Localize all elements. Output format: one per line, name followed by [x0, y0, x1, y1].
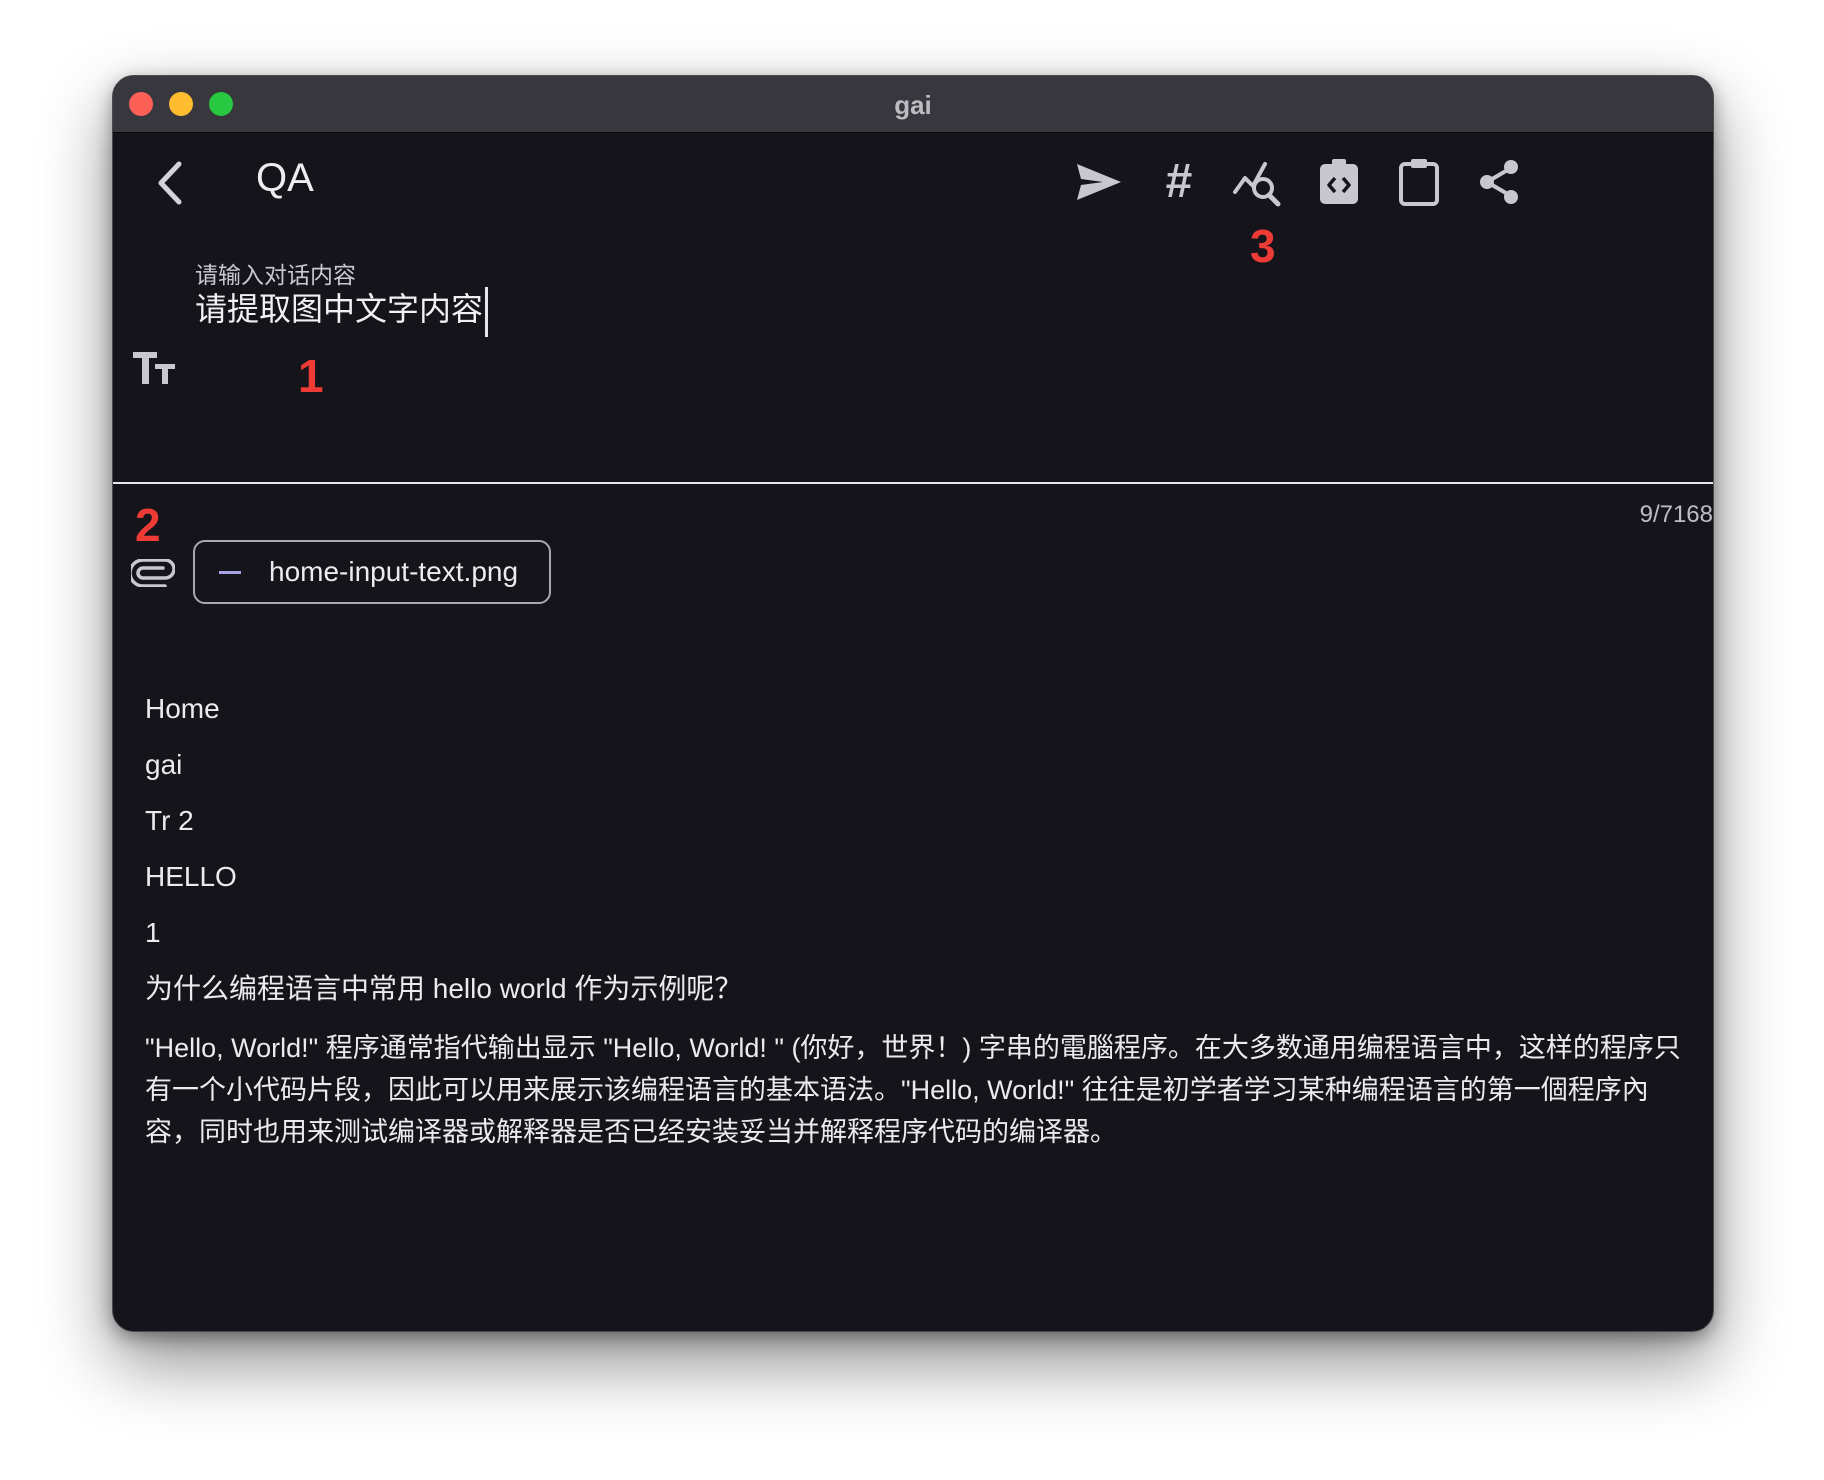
send-button[interactable]	[1071, 154, 1127, 210]
send-icon	[1077, 164, 1121, 200]
hashtag-button[interactable]: #	[1151, 154, 1207, 210]
toolbar: QA #	[113, 132, 1713, 232]
title-bar: gai	[113, 76, 1713, 133]
content-line: Home	[145, 693, 220, 724]
analytics-search-icon	[1233, 162, 1281, 207]
share-icon	[1480, 160, 1518, 204]
content-paragraph: "Hello, World!" 程序通常指代输出显示 "Hello, World…	[145, 1033, 1681, 1147]
content-line: gai	[145, 749, 183, 780]
annotation-marker-3: 3	[1250, 220, 1276, 272]
text-size-icon	[133, 352, 175, 384]
content-line: HELLO	[145, 861, 237, 892]
code-clipboard-button[interactable]	[1311, 154, 1367, 210]
page-title: QA	[256, 156, 314, 200]
char-count: 9/7168	[1639, 501, 1713, 528]
attachment-filename: home-input-text.png	[269, 556, 519, 587]
analyze-button[interactable]	[1231, 154, 1287, 210]
content-line: 1	[145, 917, 161, 948]
text-size-button[interactable]	[131, 348, 177, 388]
divider	[113, 482, 1713, 484]
annotation-marker-1: 1	[298, 350, 324, 402]
prompt-input[interactable]: 请提取图中文字内容	[195, 286, 489, 337]
chevron-left-icon	[158, 161, 182, 205]
content-line: Tr 2	[145, 805, 194, 836]
text-caret	[485, 286, 489, 337]
code-clipboard-icon	[1320, 159, 1358, 204]
content-line: 为什么编程语言中常用 hello world 作为示例呢？	[145, 973, 743, 1004]
share-button[interactable]	[1471, 154, 1527, 210]
attachment-chip[interactable]: home-input-text.png	[193, 540, 551, 604]
window-title: gai	[894, 90, 932, 120]
paperclip-icon	[128, 558, 176, 588]
app-window: gai QA # 3 请输入对话内容 请提取图中文字内容 1 9/7168 2 …	[112, 75, 1714, 1332]
input-label: 请输入对话内容	[195, 262, 356, 288]
clipboard-icon	[1399, 159, 1439, 206]
hash-icon: #	[1165, 155, 1193, 208]
back-button[interactable]	[149, 158, 193, 208]
attach-button[interactable]	[128, 558, 176, 588]
remove-attachment-button[interactable]	[219, 571, 241, 574]
extracted-content: Home gai Tr 2 HELLO 1 为什么编程语言中常用 hello w…	[145, 681, 1683, 1153]
annotation-marker-2: 2	[135, 499, 161, 551]
prompt-input-text: 请提取图中文字内容	[195, 291, 484, 327]
clipboard-button[interactable]	[1391, 154, 1447, 210]
